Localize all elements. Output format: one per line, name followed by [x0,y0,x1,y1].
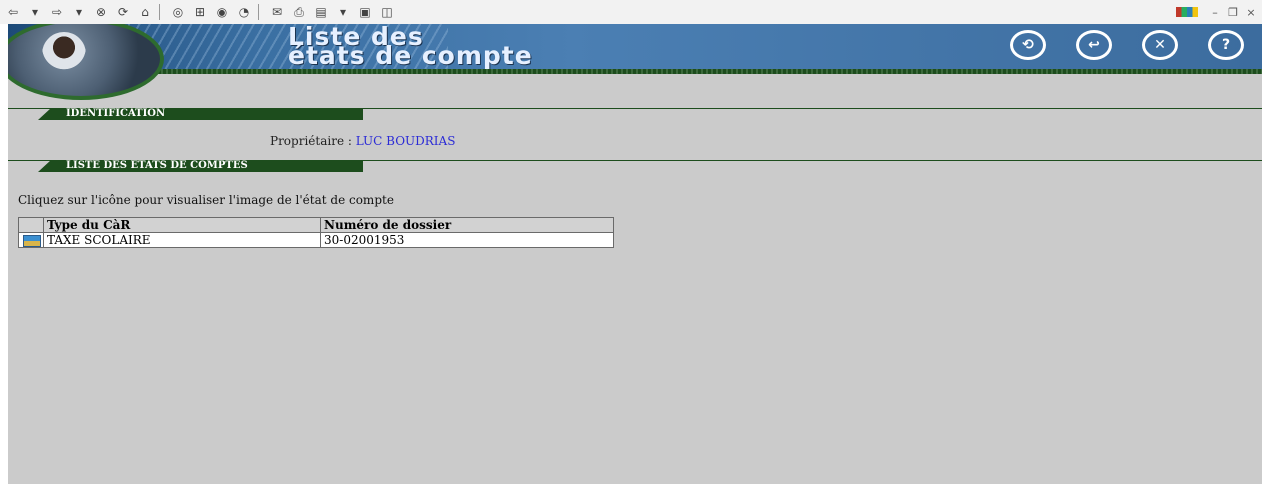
minimize-icon[interactable]: – [1208,6,1222,19]
section-identification: IDENTIFICATION [38,108,363,120]
toolbar-separator [159,4,160,20]
windows-logo-icon [1176,7,1198,17]
instruction-text: Cliquez sur l'icône pour visualiser l'im… [18,193,394,207]
refresh-icon[interactable]: ⟲ [1010,30,1046,60]
edit-icon[interactable]: ▤ [312,3,330,21]
avatar [8,24,164,100]
owner-label: Propriétaire : [270,134,352,148]
home-icon[interactable]: ⌂ [136,3,154,21]
favorites-icon[interactable]: ⊞ [191,3,209,21]
person-photo-icon [42,32,86,76]
stop-icon[interactable]: ⊗ [92,3,110,21]
back-icon[interactable]: ↩ [1076,30,1112,60]
view-statement-icon[interactable] [23,234,41,247]
dropdown-icon[interactable]: ▾ [334,3,352,21]
toolbar-separator [258,4,259,20]
media-icon[interactable]: ◉ [213,3,231,21]
view-statement-cell[interactable] [18,232,44,248]
print-icon[interactable]: ⎙ [290,3,308,21]
accounts-table: Type du CàR Numéro de dossier TAXE SCOLA… [18,217,614,248]
messenger-icon[interactable]: ◫ [378,3,396,21]
owner-value: LUC BOUDRIAS [355,134,456,148]
owner-info: Propriétaire : LUC BOUDRIAS [270,134,455,148]
cell-type: TAXE SCOLAIRE [43,232,321,248]
section-liste: LISTE DES ÉTATS DE COMPTES [38,160,363,172]
search-icon[interactable]: ◎ [169,3,187,21]
table-header-row: Type du CàR Numéro de dossier [18,217,614,233]
forward-icon[interactable]: ⇨ [48,3,66,21]
app-frame: Liste des états de compte ⟲ ↩ ✕ ? IDENTI… [8,24,1262,484]
help-icon[interactable]: ? [1208,30,1244,60]
dropdown-icon[interactable]: ▾ [70,3,88,21]
close-window-icon[interactable]: × [1244,6,1258,19]
header-icon-cell [18,217,44,233]
header-type: Type du CàR [43,217,321,233]
history-icon[interactable]: ◔ [235,3,253,21]
refresh-icon[interactable]: ⟳ [114,3,132,21]
page-title-line2: états de compte [288,41,533,70]
cell-numero: 30-02001953 [320,232,614,248]
mail-icon[interactable]: ✉ [268,3,286,21]
restore-icon[interactable]: ❐ [1226,6,1240,19]
page-header: Liste des états de compte ⟲ ↩ ✕ ? [8,24,1262,72]
browser-toolbar: ⇦ ▾ ⇨ ▾ ⊗ ⟳ ⌂ ◎ ⊞ ◉ ◔ ✉ ⎙ ▤ ▾ ▣ ◫ – ❐ × [0,0,1262,24]
header-bottom-bar [8,69,1262,74]
table-row: TAXE SCOLAIRE 30-02001953 [18,232,614,248]
dropdown-icon[interactable]: ▾ [26,3,44,21]
back-icon[interactable]: ⇦ [4,3,22,21]
close-icon[interactable]: ✕ [1142,30,1178,60]
header-numero: Numéro de dossier [320,217,614,233]
window-controls: – ❐ × [1176,0,1262,24]
discuss-icon[interactable]: ▣ [356,3,374,21]
